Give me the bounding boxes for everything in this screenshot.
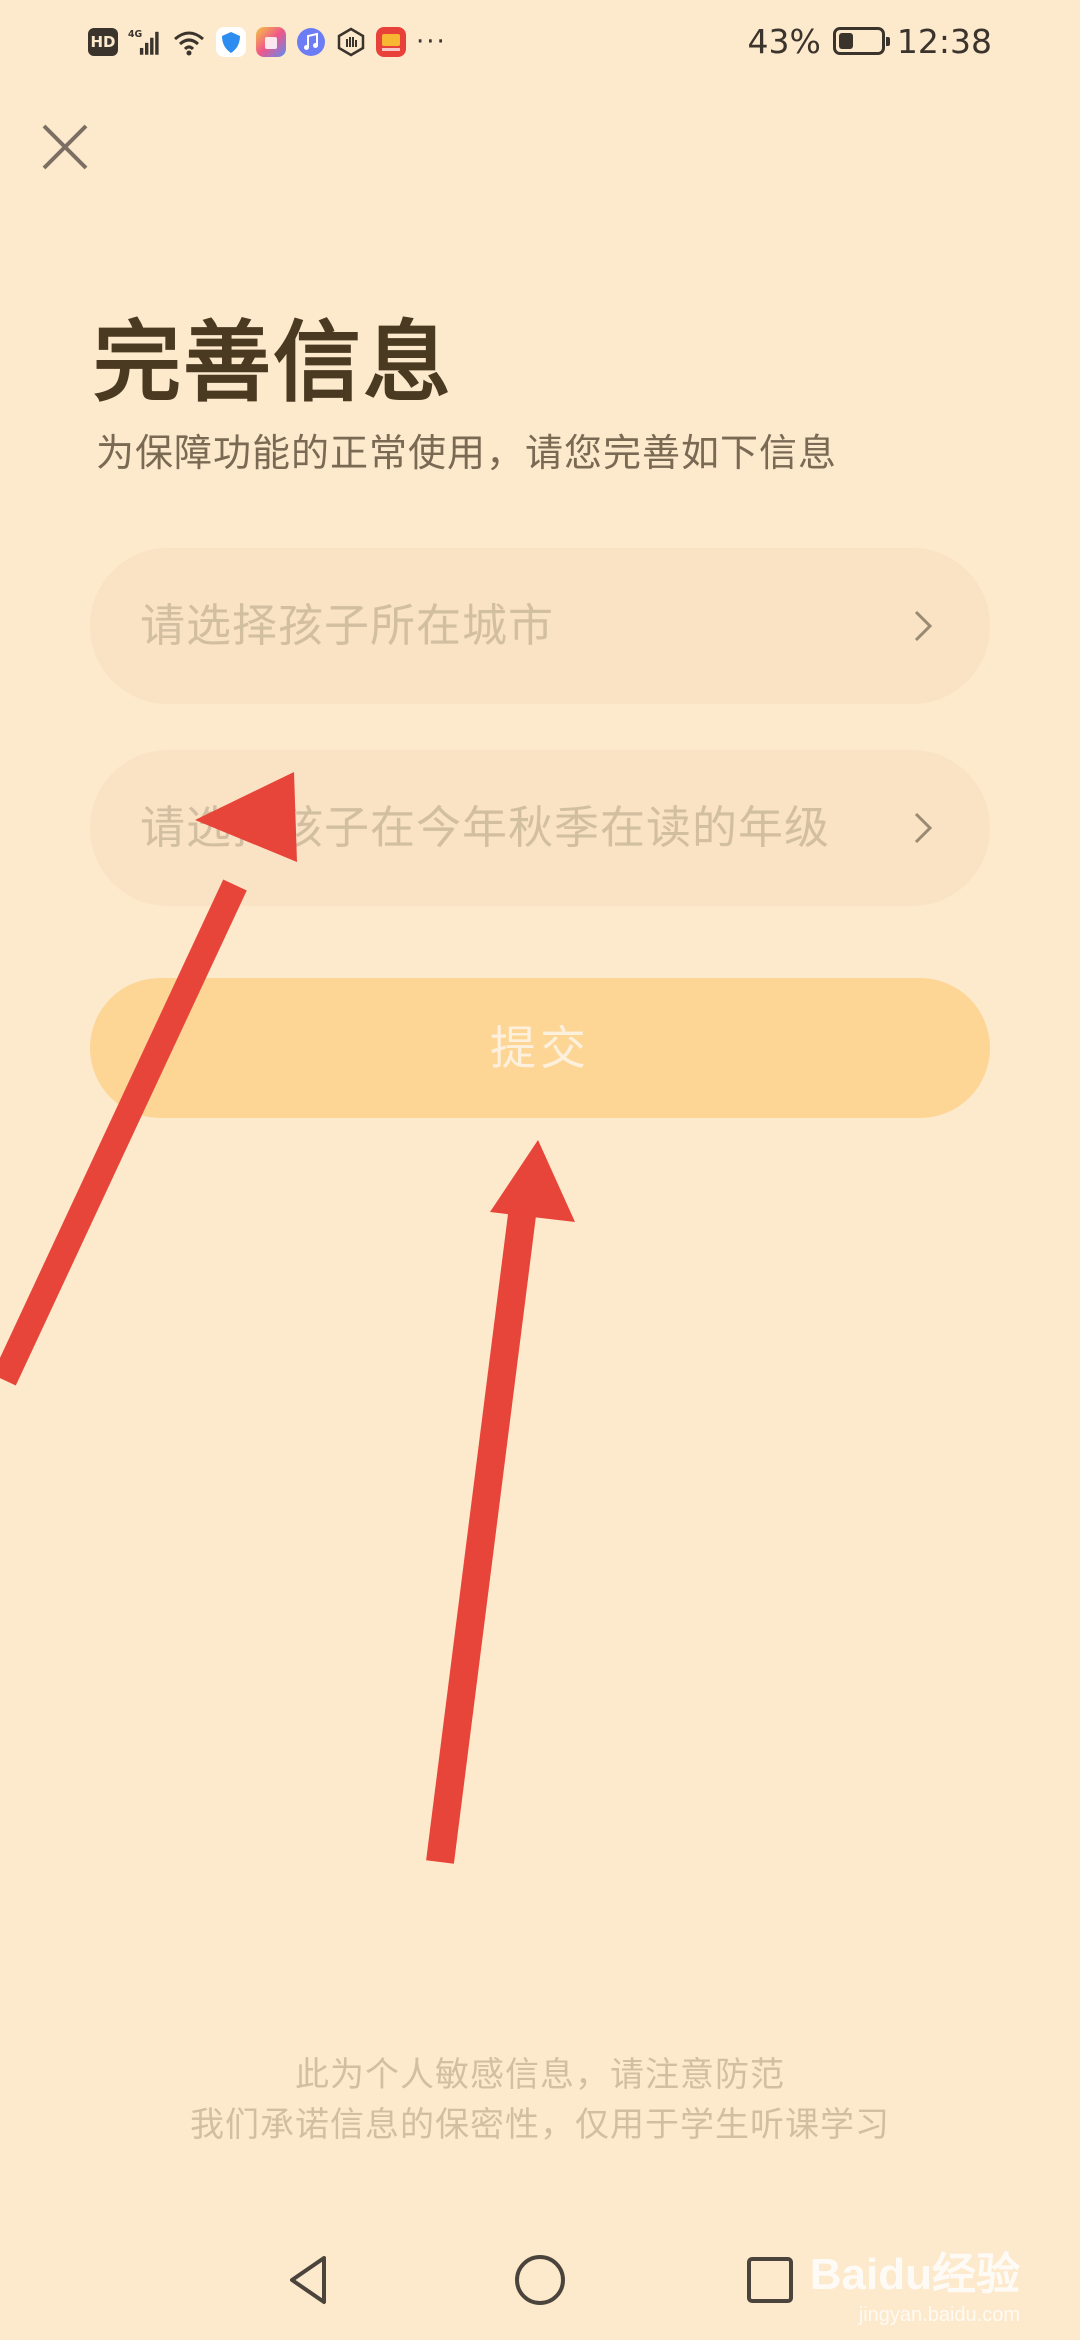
watermark-text: Baidu经验 xyxy=(809,2250,1020,2299)
music-app-icon xyxy=(297,28,325,56)
close-icon xyxy=(42,124,88,170)
page-subtitle: 为保障功能的正常使用，请您完善如下信息 xyxy=(96,431,838,475)
clock: 12:38 xyxy=(896,21,992,61)
chevron-right-icon xyxy=(914,610,933,642)
back-icon xyxy=(290,2256,326,2304)
chevron-right-icon xyxy=(914,812,933,844)
privacy-notice-line1: 此为个人敏感信息，请注意防范 xyxy=(295,2055,785,2095)
recent-apps-icon xyxy=(747,2257,793,2303)
battery-level xyxy=(838,33,853,49)
battery-percent: 43% xyxy=(747,21,821,61)
cell-signal-icon: 4G xyxy=(128,29,159,55)
screen: HD 4G ··· 43% 12:38 完善信息 为保障功能的正常使用，请您完善… xyxy=(0,0,1080,2340)
city-select-placeholder: 请选择孩子所在城市 xyxy=(140,599,555,652)
wifi-icon xyxy=(174,31,204,56)
nav-recent-button[interactable] xyxy=(740,2250,800,2310)
app-store-icon xyxy=(256,27,286,57)
red-app-icon xyxy=(376,27,406,57)
status-icons-right: 43% 12:38 xyxy=(748,18,992,64)
svg-text:4G: 4G xyxy=(128,29,142,40)
privacy-notice-line2: 我们承诺信息的保密性，仅用于学生听课学习 xyxy=(190,2105,890,2145)
home-icon xyxy=(515,2255,565,2305)
more-notifications-icon: ··· xyxy=(416,27,447,57)
city-select[interactable]: 请选择孩子所在城市 xyxy=(90,548,990,704)
baidu-watermark: Baidu经验 jingyan.baidu.com xyxy=(810,2238,1020,2327)
close-button[interactable] xyxy=(36,116,96,176)
page-title: 完善信息 xyxy=(93,311,454,414)
hd-icon: HD xyxy=(88,28,118,56)
annotation-arrow-right xyxy=(426,1140,575,1864)
grade-select-placeholder: 请选择孩子在今年秋季在读的年级 xyxy=(140,801,831,854)
submit-button[interactable]: 提交 xyxy=(90,978,990,1118)
status-icons-left: HD 4G ··· xyxy=(88,22,447,62)
watermark-url: jingyan.baidu.com xyxy=(858,2304,1020,2326)
nav-home-button[interactable] xyxy=(510,2250,570,2310)
battery-icon xyxy=(832,27,890,55)
shield-app-icon xyxy=(216,27,246,57)
nav-back-button[interactable] xyxy=(280,2250,340,2310)
hand-app-icon xyxy=(337,27,365,57)
privacy-notice: 此为个人敏感信息，请注意防范 我们承诺信息的保密性，仅用于学生听课学习 xyxy=(0,2050,1080,2150)
grade-select[interactable]: 请选择孩子在今年秋季在读的年级 xyxy=(90,750,990,906)
status-bar: HD 4G ··· 43% 12:38 xyxy=(0,0,1080,82)
